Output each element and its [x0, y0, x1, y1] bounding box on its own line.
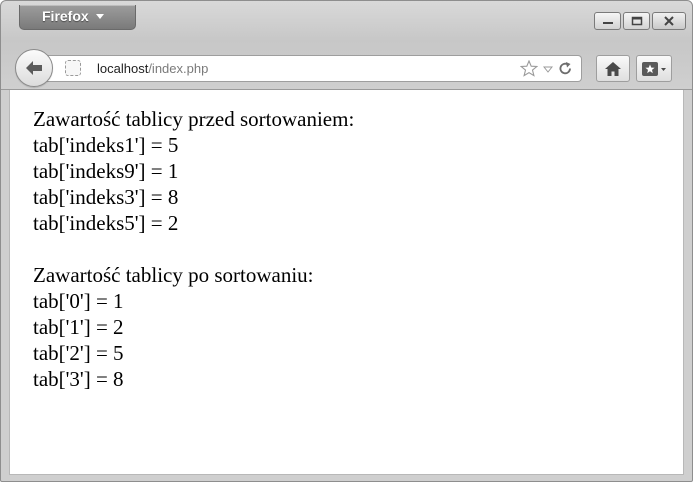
before-sort-line: tab['indeks3'] = 8 — [33, 185, 179, 209]
firefox-menu-button[interactable]: Firefox — [19, 5, 136, 30]
line-break — [33, 236, 683, 262]
bookmarks-button[interactable] — [636, 55, 672, 82]
minimize-icon — [602, 22, 613, 24]
before-sort-line: tab['indeks5'] = 2 — [33, 211, 179, 235]
navigation-toolbar: localhost/index.php — [1, 37, 692, 90]
url-bar[interactable]: localhost/index.php — [47, 55, 582, 82]
close-button[interactable] — [652, 12, 686, 30]
window-controls — [594, 12, 686, 30]
site-identity-icon[interactable] — [65, 60, 81, 76]
title-bar: Firefox — [1, 1, 692, 37]
after-sort-line: tab['2'] = 5 — [33, 341, 124, 365]
before-sort-line: tab['indeks9'] = 1 — [33, 159, 179, 183]
page-content: Zawartość tablicy przed sortowaniem: tab… — [9, 90, 684, 475]
chevron-down-icon — [95, 14, 104, 19]
after-sort-heading: Zawartość tablicy po sortowaniu: — [33, 263, 314, 287]
after-sort-line: tab['3'] = 8 — [33, 367, 124, 391]
reload-icon[interactable] — [558, 61, 573, 76]
home-icon — [605, 61, 621, 76]
close-icon — [664, 16, 674, 26]
maximize-icon — [631, 16, 642, 26]
back-button[interactable] — [15, 49, 53, 87]
minimize-button[interactable] — [594, 12, 621, 30]
before-sort-heading: Zawartość tablicy przed sortowaniem: — [33, 107, 355, 131]
after-sort-line: tab['1'] = 2 — [33, 315, 124, 339]
firefox-menu-label: Firefox — [42, 8, 89, 24]
url-text[interactable]: localhost/index.php — [97, 61, 208, 76]
maximize-button[interactable] — [623, 12, 650, 30]
browser-window: Firefox localhost/index.php Zawartość ta… — [0, 0, 693, 482]
bookmark-star-icon[interactable] — [520, 60, 538, 77]
url-host: localhost — [97, 61, 149, 76]
home-button[interactable] — [596, 55, 630, 82]
history-dropdown-icon[interactable] — [543, 64, 553, 74]
after-sort-line: tab['0'] = 1 — [33, 289, 124, 313]
before-sort-line: tab['indeks1'] = 5 — [33, 133, 179, 157]
url-path: /index.php — [148, 61, 209, 76]
back-arrow-icon — [26, 61, 42, 75]
url-bar-icons — [520, 60, 573, 77]
bookmarks-menu-icon — [642, 61, 666, 76]
